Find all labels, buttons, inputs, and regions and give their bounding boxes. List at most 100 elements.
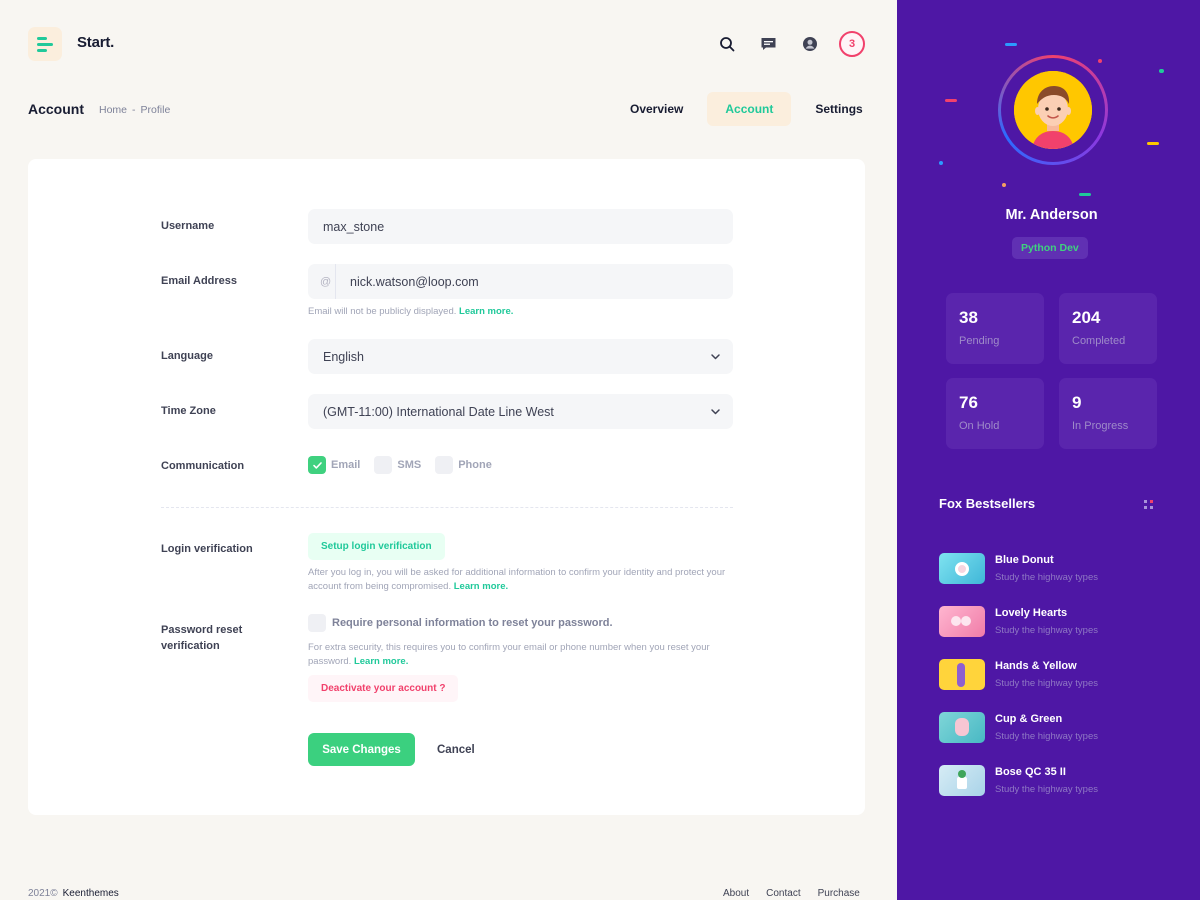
confetti-decoration [1098,59,1102,63]
confetti-decoration [1079,193,1091,196]
password-reset-label: Password reset verification [161,622,242,654]
page-tabs: Overview Account Settings [612,92,887,126]
footer-company-link[interactable]: Keenthemes [63,888,119,899]
checkbox-sms[interactable]: SMS [374,456,421,474]
product-subtitle: Study the highway types [995,678,1098,689]
breadcrumb-separator: - [132,104,136,116]
language-label: Language [161,350,213,362]
more-options-icon[interactable] [1144,500,1153,509]
confetti-decoration [939,161,943,165]
bestseller-item[interactable]: Bose QC 35 II Study the highway types [939,765,1098,796]
confetti-decoration [945,99,957,102]
stat-label: Pending [959,335,1000,347]
checkbox-phone[interactable]: Phone [435,456,492,474]
login-verification-help: After you log in, you will be asked for … [308,566,733,594]
password-reset-checkbox[interactable]: Require personal information to reset yo… [308,614,613,632]
breadcrumb-profile: Profile [140,104,171,116]
stat-value: 38 [959,308,978,327]
confetti-decoration [1147,142,1159,145]
footer-link-purchase[interactable]: Purchase [818,888,860,899]
footer-copyright: 2021© Keenthemes [28,888,119,899]
at-sign-icon: @ [308,264,336,299]
password-learn-more-link[interactable]: Learn more. [354,656,408,667]
profile-sidebar: Mr. Anderson Python Dev 38 Pending 204 C… [897,0,1200,900]
save-changes-button[interactable]: Save Changes [308,733,415,766]
cancel-button[interactable]: Cancel [437,733,475,766]
language-select[interactable]: English [308,339,733,374]
language-value: English [323,349,364,364]
login-help: After you log in, you will be asked for … [308,567,726,592]
confetti-decoration [1005,43,1017,46]
checkmark-icon [308,456,326,474]
product-thumbnail [939,659,985,690]
stat-on-hold: 76 On Hold [946,378,1044,449]
username-input[interactable]: max_stone [308,209,733,244]
password-reset-label-line1: Password reset [161,624,243,636]
username-value: max_stone [323,219,385,234]
breadcrumb-home[interactable]: Home [99,104,127,116]
notification-badge[interactable]: 3 [839,31,865,57]
login-verification-label: Login verification [161,543,253,555]
user-icon[interactable] [799,33,821,55]
stat-value: 204 [1072,308,1101,327]
stat-completed: 204 Completed [1059,293,1157,364]
bestsellers-title: Fox Bestsellers [939,496,1036,511]
deactivate-account-button[interactable]: Deactivate your account ? [308,675,459,702]
account-form-card: Username max_stone Email Address @ nick.… [28,159,865,815]
bestseller-item[interactable]: Cup & Green Study the highway types [939,712,1098,743]
footer-year: 2021© [28,888,58,899]
footer-link-contact[interactable]: Contact [766,888,800,899]
product-name: Cup & Green [995,713,1063,725]
confetti-decoration [1159,69,1164,73]
product-subtitle: Study the highway types [995,731,1098,742]
avatar-image [1014,71,1092,149]
email-value: nick.watson@loop.com [350,274,479,289]
product-thumbnail [939,712,985,743]
product-thumbnail [939,553,985,584]
tab-settings[interactable]: Settings [797,92,880,126]
chat-icon[interactable] [757,33,779,55]
checkbox-box [308,614,326,632]
stat-value: 76 [959,393,978,412]
stat-label: Completed [1072,335,1126,347]
communication-label: Communication [161,460,245,472]
tab-overview[interactable]: Overview [612,92,701,126]
email-label: Email Address [161,275,238,287]
breadcrumb: Home - Profile [99,104,170,116]
checkbox-phone-label: Phone [458,459,492,471]
bestseller-item[interactable]: Lovely Hearts Study the highway types [939,606,1098,637]
email-input[interactable]: @ nick.watson@loop.com [308,264,733,299]
stat-in-progress: 9 In Progress [1059,378,1157,449]
email-learn-more-link[interactable]: Learn more. [459,306,513,317]
bestseller-item[interactable]: Blue Donut Study the highway types [939,553,1098,584]
product-subtitle: Study the highway types [995,784,1098,795]
stat-label: In Progress [1072,420,1129,432]
tab-account[interactable]: Account [707,92,792,126]
search-icon[interactable] [716,33,738,55]
chevron-down-icon [711,409,720,415]
avatar[interactable] [998,55,1108,165]
product-thumbnail [939,606,985,637]
checkbox-email-label: Email [331,459,361,471]
footer-link-about[interactable]: About [723,888,749,899]
checkbox-box [374,456,393,474]
product-name: Bose QC 35 II [995,766,1066,778]
login-learn-more-link[interactable]: Learn more. [454,581,508,592]
timezone-select[interactable]: (GMT-11:00) International Date Line West [308,394,733,429]
menu-toggle-icon[interactable] [28,27,62,61]
password-reset-label-line2: verification [161,640,220,652]
bestseller-item[interactable]: Hands & Yellow Study the highway types [939,659,1098,690]
product-name: Hands & Yellow [995,660,1077,672]
checkbox-email[interactable]: Email [308,456,360,474]
product-name: Blue Donut [995,554,1054,566]
footer-links: About Contact Purchase [723,888,860,899]
communication-options: Email SMS Phone [308,456,506,474]
password-reset-checkbox-label: Require personal information to reset yo… [332,617,613,629]
stat-value: 9 [1072,393,1082,412]
password-reset-help: For extra security, this requires you to… [308,641,733,669]
profile-name: Mr. Anderson [1005,207,1098,223]
email-help: Email will not be publicly displayed. [308,306,457,317]
chevron-down-icon [711,354,720,360]
setup-login-verification-button[interactable]: Setup login verification [308,533,445,560]
brand-logo-text[interactable]: Start. [77,34,114,51]
